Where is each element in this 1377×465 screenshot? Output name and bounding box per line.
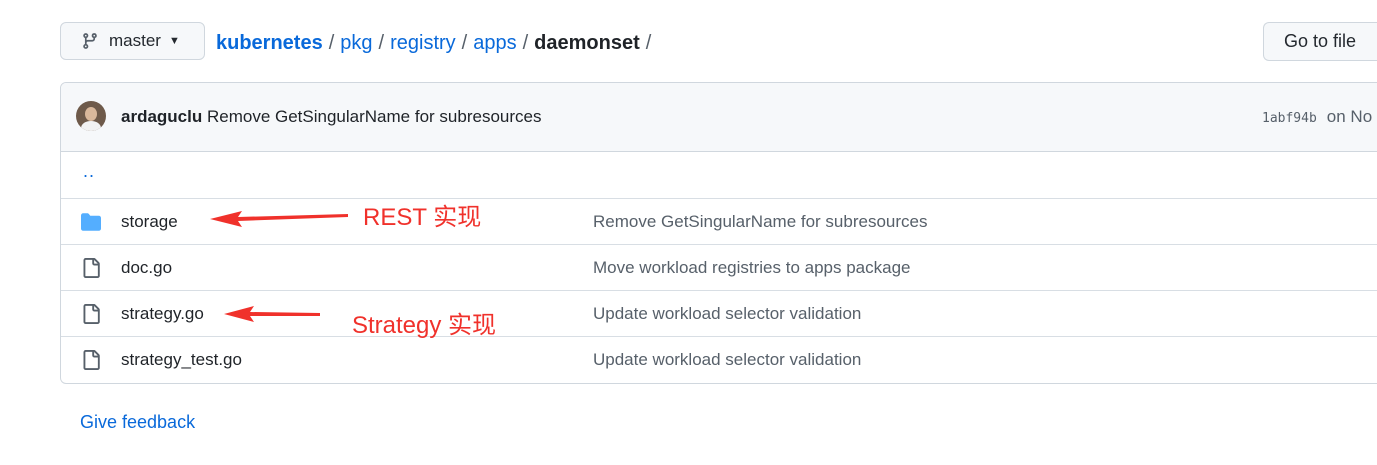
git-branch-icon bbox=[83, 33, 97, 49]
annotation-strategy: Strategy 实现 bbox=[352, 312, 497, 339]
commit-sha[interactable]: 1abf94b bbox=[1262, 111, 1317, 126]
avatar[interactable] bbox=[76, 101, 106, 131]
file-commit-message[interactable]: Update workload selector validation bbox=[593, 350, 861, 370]
file-name[interactable]: doc.go bbox=[121, 258, 172, 278]
file-row[interactable]: doc.go Move workload registries to apps … bbox=[61, 244, 1377, 290]
file-commit-message[interactable]: Remove GetSingularName for subresources bbox=[593, 212, 927, 232]
breadcrumb-separator: / bbox=[522, 32, 529, 54]
go-to-file-label: Go to file bbox=[1284, 31, 1357, 51]
parent-directory-link[interactable]: .. bbox=[83, 161, 95, 182]
file-name[interactable]: strategy_test.go bbox=[121, 350, 242, 370]
branch-label: master bbox=[109, 31, 161, 50]
breadcrumb-link-kubernetes[interactable]: kubernetes bbox=[216, 32, 323, 54]
latest-commit-bar: ardaguclu Remove GetSingularName for sub… bbox=[61, 83, 1377, 152]
breadcrumb-separator: / bbox=[378, 32, 385, 54]
parent-directory-row[interactable]: .. bbox=[61, 152, 1377, 198]
commit-date: on No bbox=[1326, 107, 1373, 126]
commit-author[interactable]: ardaguclu bbox=[121, 107, 202, 126]
annotation-arrow-icon bbox=[210, 211, 348, 227]
file-commit-message[interactable]: Update workload selector validation bbox=[593, 304, 861, 324]
breadcrumb: kubernetes / pkg / registry / apps / daemonset / bbox=[216, 30, 657, 56]
file-icon bbox=[83, 350, 100, 370]
commit-message[interactable]: Remove GetSingularName for subresources bbox=[207, 107, 541, 126]
file-listing: ardaguclu Remove GetSingularName for sub… bbox=[60, 82, 1377, 384]
breadcrumb-link-pkg[interactable]: pkg bbox=[340, 32, 372, 54]
file-commit-message[interactable]: Move workload registries to apps package bbox=[593, 258, 911, 278]
annotation-arrow-icon bbox=[224, 306, 320, 322]
file-icon bbox=[83, 258, 100, 278]
give-feedback-link[interactable]: Give feedback bbox=[80, 412, 195, 433]
breadcrumb-separator: / bbox=[645, 32, 652, 54]
annotation-rest: REST 实现 bbox=[363, 204, 482, 231]
breadcrumb-current: daemonset bbox=[534, 32, 640, 54]
commit-meta: 1abf94b on No bbox=[1262, 107, 1372, 127]
file-name[interactable]: storage bbox=[121, 212, 178, 232]
breadcrumb-separator: / bbox=[461, 32, 468, 54]
file-row[interactable]: strategy_test.go Update workload selecto… bbox=[61, 336, 1377, 382]
folder-icon bbox=[81, 213, 101, 231]
branch-selector-button[interactable]: master ▼ bbox=[60, 22, 205, 60]
chevron-down-icon: ▼ bbox=[168, 35, 180, 47]
breadcrumb-link-registry[interactable]: registry bbox=[390, 32, 456, 54]
file-name[interactable]: strategy.go bbox=[121, 304, 204, 324]
file-icon bbox=[83, 304, 100, 324]
breadcrumb-link-apps[interactable]: apps bbox=[473, 32, 516, 54]
commit-summary: ardaguclu Remove GetSingularName for sub… bbox=[121, 107, 541, 127]
go-to-file-button[interactable]: Go to file bbox=[1263, 22, 1377, 61]
breadcrumb-separator: / bbox=[328, 32, 335, 54]
